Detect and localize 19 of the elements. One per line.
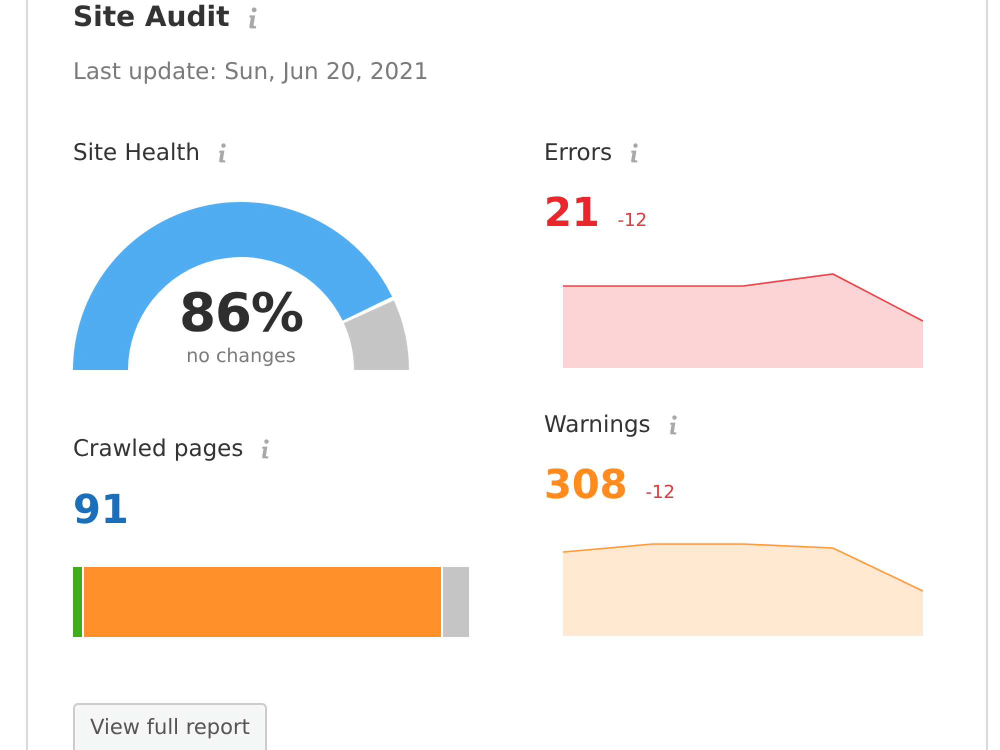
card-title: Site Audit <box>73 0 230 34</box>
metric-change: -12 <box>618 210 648 232</box>
metric-value: 308 <box>544 461 628 509</box>
health-note: no changes <box>186 345 296 367</box>
metric-label: Errors <box>544 139 612 167</box>
last-update-text: Last update: Sun, Jun 20, 2021 <box>73 59 428 85</box>
metric-label: Warnings <box>544 411 651 439</box>
crawled-pages-value: 91 <box>73 486 129 534</box>
info-icon[interactable] <box>668 415 678 435</box>
metric-value: 21 <box>544 189 600 237</box>
metric-change: -12 <box>646 482 675 504</box>
info-icon[interactable] <box>217 143 227 163</box>
info-icon[interactable] <box>246 7 258 29</box>
info-icon[interactable] <box>629 143 640 163</box>
site-health-label: Site Health <box>73 139 200 167</box>
health-percent: 86% <box>179 285 303 343</box>
info-icon[interactable] <box>260 439 270 459</box>
view-report-button[interactable]: View full report <box>73 703 267 750</box>
crawled-pages-label: Crawled pages <box>73 435 244 463</box>
